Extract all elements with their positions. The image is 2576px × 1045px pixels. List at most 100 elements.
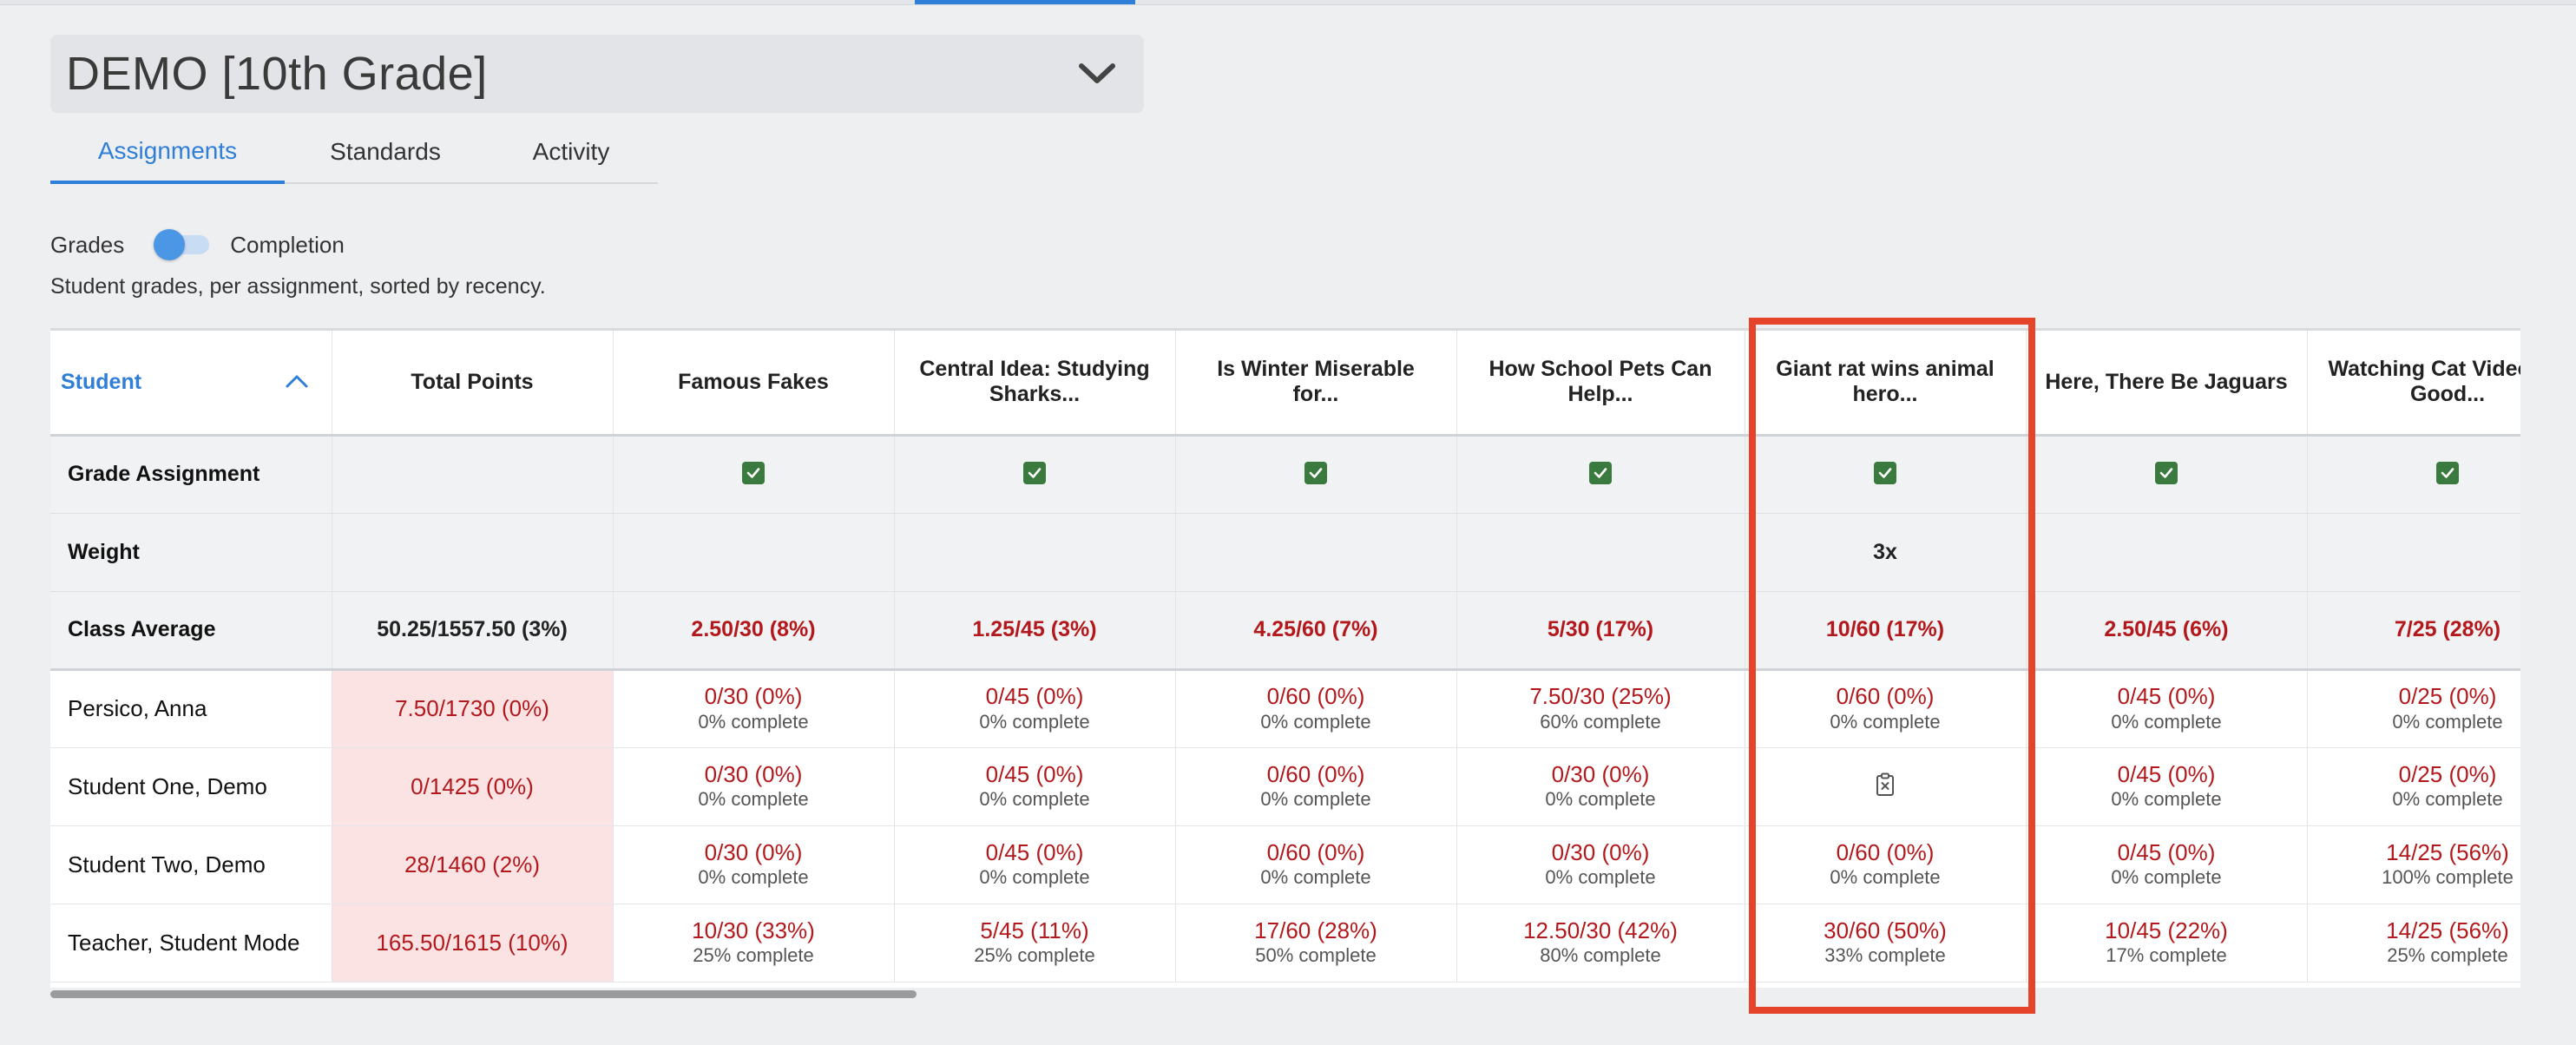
- grade-score: 14/25 (56%): [2386, 917, 2509, 943]
- grades-completion-toggle-row: Grades Completion: [50, 227, 345, 262]
- grade-cell[interactable]: 7.50/30 (25%) 60% complete: [1456, 669, 1745, 748]
- gradebook-table: Student Total Points Famous Fakes Centra…: [50, 331, 2520, 983]
- grade-cell[interactable]: 0/25 (0%) 0% complete: [2307, 669, 2520, 748]
- weight-total-cell: [332, 513, 614, 592]
- grade-cell-excused[interactable]: [1745, 747, 2027, 826]
- assignment-header[interactable]: Central Idea: Studying Sharks...: [894, 331, 1176, 437]
- switch-knob[interactable]: [154, 229, 186, 260]
- weight-cell[interactable]: [894, 513, 1176, 592]
- total-points-header[interactable]: Total Points: [332, 331, 614, 437]
- sort-ascending-icon[interactable]: [285, 370, 309, 396]
- table-description: Student grades, per assignment, sorted b…: [50, 274, 546, 299]
- grade-cell[interactable]: 0/60 (0%) 0% complete: [1745, 669, 2027, 748]
- grade-cell[interactable]: 0/60 (0%) 0% complete: [1175, 747, 1457, 826]
- completion-text: 60% complete: [1540, 710, 1661, 733]
- grade-cell[interactable]: 0/30 (0%) 0% complete: [613, 825, 895, 904]
- weight-cell[interactable]: 3x: [1745, 513, 2027, 592]
- weight-cell[interactable]: [1175, 513, 1457, 592]
- grade-assignment-cell[interactable]: [613, 435, 895, 514]
- class-selector[interactable]: DEMO [10th Grade]: [50, 35, 1144, 113]
- grade-cell[interactable]: 0/45 (0%) 0% complete: [2026, 669, 2308, 748]
- grade-cell[interactable]: 0/45 (0%) 0% complete: [2026, 747, 2308, 826]
- grade-score: 12.50/30 (42%): [1523, 917, 1678, 943]
- weight-label: Weight: [50, 513, 332, 592]
- completion-text: 100% complete: [2382, 866, 2514, 889]
- class-average-cell: 1.25/45 (3%): [894, 591, 1176, 671]
- checkbox-checked-icon[interactable]: [2155, 462, 2178, 484]
- grade-cell[interactable]: 0/30 (0%) 0% complete: [613, 747, 895, 826]
- grade-cell[interactable]: 0/30 (0%) 0% complete: [1456, 825, 1745, 904]
- grade-cell[interactable]: 12.50/30 (42%) 80% complete: [1456, 904, 1745, 983]
- grade-score: 0/45 (0%): [2117, 838, 2216, 865]
- class-average-cell: 5/30 (17%): [1456, 591, 1745, 671]
- weight-cell[interactable]: [613, 513, 895, 592]
- completion-text: 0% complete: [1545, 866, 1656, 889]
- weight-cell[interactable]: [1456, 513, 1745, 592]
- grade-assignment-cell[interactable]: [1456, 435, 1745, 514]
- tab-standards[interactable]: Standards: [285, 122, 486, 182]
- grade-score: 0/60 (0%): [1836, 838, 1935, 865]
- grade-cell[interactable]: 0/45 (0%) 0% complete: [894, 669, 1176, 748]
- checkbox-checked-icon[interactable]: [1589, 462, 1612, 484]
- grade-cell[interactable]: 0/45 (0%) 0% complete: [894, 825, 1176, 904]
- grade-cell[interactable]: 10/45 (22%) 17% complete: [2026, 904, 2308, 983]
- grade-cell[interactable]: 17/60 (28%) 50% complete: [1175, 904, 1457, 983]
- grade-score: 0/60 (0%): [1266, 683, 1365, 709]
- gradebook-table-container: Student Total Points Famous Fakes Centra…: [50, 328, 2520, 988]
- student-name[interactable]: Student One, Demo: [50, 747, 332, 826]
- checkbox-checked-icon[interactable]: [742, 462, 765, 484]
- grade-assignment-cell[interactable]: [1745, 435, 2027, 514]
- completion-text: 0% complete: [2392, 788, 2503, 811]
- grade-assignment-cell[interactable]: [2026, 435, 2308, 514]
- grade-score: 0/60 (0%): [1266, 838, 1365, 865]
- grade-assignment-cell[interactable]: [894, 435, 1176, 514]
- assignment-header[interactable]: Famous Fakes: [613, 331, 895, 437]
- grade-cell[interactable]: 0/30 (0%) 0% complete: [613, 669, 895, 748]
- student-row: Student One, Demo 0/1425 (0%) 0/30 (0%) 0…: [50, 747, 2520, 826]
- completion-text: 0% complete: [1830, 866, 1941, 889]
- grade-cell[interactable]: 0/60 (0%) 0% complete: [1745, 825, 2027, 904]
- grade-assignment-cell[interactable]: [2307, 435, 2520, 514]
- weight-cell[interactable]: [2307, 513, 2520, 592]
- grade-cell[interactable]: 30/60 (50%) 33% complete: [1745, 904, 2027, 983]
- grade-cell[interactable]: 0/60 (0%) 0% complete: [1175, 825, 1457, 904]
- checkbox-checked-icon[interactable]: [1874, 462, 1896, 484]
- grade-score: 0/45 (0%): [985, 683, 1084, 709]
- grade-cell[interactable]: 0/30 (0%) 0% complete: [1456, 747, 1745, 826]
- clipboard-excused-icon[interactable]: [1876, 772, 1895, 800]
- toggle-left-label: Grades: [50, 231, 125, 258]
- weight-cell[interactable]: [2026, 513, 2308, 592]
- grade-cell[interactable]: 0/45 (0%) 0% complete: [2026, 825, 2308, 904]
- grade-cell[interactable]: 10/30 (33%) 25% complete: [613, 904, 895, 983]
- grade-score: 0/60 (0%): [1836, 683, 1935, 709]
- assignment-header[interactable]: Is Winter Miserable for...: [1175, 331, 1457, 437]
- checkbox-checked-icon[interactable]: [1304, 462, 1327, 484]
- assignment-header[interactable]: Watching Cat Videos Is Good...: [2307, 331, 2520, 437]
- grade-cell[interactable]: 0/60 (0%) 0% complete: [1175, 669, 1457, 748]
- horizontal-scrollbar[interactable]: [50, 990, 917, 998]
- grades-completion-switch[interactable]: [154, 229, 211, 260]
- grade-score: 0/45 (0%): [985, 838, 1084, 865]
- grade-cell[interactable]: 14/25 (56%) 25% complete: [2307, 904, 2520, 983]
- student-name[interactable]: Persico, Anna: [50, 669, 332, 748]
- grade-cell[interactable]: 0/45 (0%) 0% complete: [894, 747, 1176, 826]
- student-name[interactable]: Student Two, Demo: [50, 825, 332, 904]
- student-row: Persico, Anna 7.50/1730 (0%) 0/30 (0%) 0%…: [50, 669, 2520, 748]
- grade-assignment-total-cell: [332, 435, 614, 514]
- grade-cell[interactable]: 5/45 (11%) 25% complete: [894, 904, 1176, 983]
- grade-cell[interactable]: 0/25 (0%) 0% complete: [2307, 747, 2520, 826]
- assignment-header[interactable]: Here, There Be Jaguars: [2026, 331, 2308, 437]
- student-column-header[interactable]: Student: [50, 331, 332, 437]
- tab-assignments[interactable]: Assignments: [50, 122, 285, 184]
- assignment-header[interactable]: Giant rat wins animal hero...: [1745, 331, 2027, 437]
- grade-cell[interactable]: 14/25 (56%) 100% complete: [2307, 825, 2520, 904]
- grade-assignment-cell[interactable]: [1175, 435, 1457, 514]
- checkbox-checked-icon[interactable]: [2436, 462, 2459, 484]
- chevron-down-icon[interactable]: [1076, 53, 1118, 95]
- checkbox-checked-icon[interactable]: [1023, 462, 1046, 484]
- grade-score: 0/30 (0%): [1551, 760, 1650, 787]
- student-name[interactable]: Teacher, Student Mode: [50, 904, 332, 983]
- tab-activity[interactable]: Activity: [486, 122, 656, 182]
- student-row: Teacher, Student Mode 165.50/1615 (10%) …: [50, 904, 2520, 983]
- assignment-header[interactable]: How School Pets Can Help...: [1456, 331, 1745, 437]
